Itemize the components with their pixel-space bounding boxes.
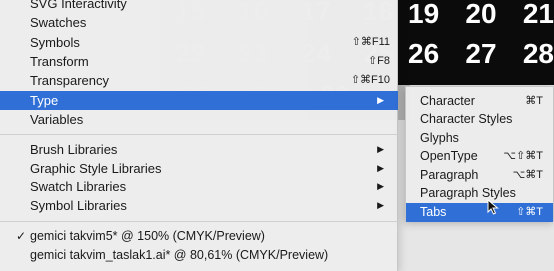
menu-item-shortcut: ⌘T [525,95,543,107]
checkmark-icon: ✓ [16,229,27,243]
chevron-right-icon: ▶ [377,181,384,191]
menu-item-label: Brush Libraries [30,142,118,157]
menu-item-label: Swatches [30,15,87,30]
menu-item-shortcut: ⌥⇧⌘T [503,150,543,162]
submenu-item-character[interactable]: Character ⌘T [406,92,553,111]
submenu-item-opentype[interactable]: OpenType ⌥⇧⌘T [406,147,553,166]
menu-item-label: OpenType [420,149,478,163]
menu-item-label: gemici takvim5* @ 150% (CMYK/Preview) [30,229,265,243]
menu-item-label: Paragraph [420,168,479,182]
menu-item-transform[interactable]: Transform ⇧F8 [0,52,398,71]
dark-calendar-row: 26 27 28 [408,38,554,70]
menu-item-label: Symbol Libraries [30,198,127,213]
menu-item-label: Paragraph Styles [420,186,516,200]
menu-item-document-2[interactable]: gemici takvim_taslak1.ai* @ 80,61% (CMYK… [0,246,398,265]
calendar-day: 20 [465,0,497,29]
menu-separator [0,134,398,135]
submenu-item-glyphs[interactable]: Glyphs [406,129,553,148]
menu-item-label: Transparency [30,73,109,88]
window-menu: SVG Interactivity Swatches Symbols ⇧⌘F11… [0,0,398,271]
menu-item-label: Symbols [30,35,80,50]
menu-item-shortcut: ⌥⌘T [512,169,543,181]
menu-item-swatch-libraries[interactable]: Swatch Libraries ▶ [0,177,398,196]
chevron-right-icon: ▶ [377,144,384,154]
type-submenu: Character ⌘T Character Styles Glyphs Ope… [405,86,554,222]
submenu-item-tabs[interactable]: Tabs ⇧⌘T [406,203,553,222]
submenu-item-paragraph[interactable]: Paragraph ⌥⌘T [406,166,553,185]
menu-item-svg-interactivity[interactable]: SVG Interactivity [0,0,398,13]
chevron-right-icon: ▶ [377,95,384,105]
menu-item-label: Swatch Libraries [30,179,127,194]
calendar-day: 27 [465,38,497,69]
menu-item-type[interactable]: Type ▶ [0,91,398,110]
menu-item-document-1[interactable]: ✓ gemici takvim5* @ 150% (CMYK/Preview) [0,227,398,246]
background-dark-calendar: 19 20 21 26 27 28 [398,0,554,85]
menu-item-label: gemici takvim_taslak1.ai* @ 80,61% (CMYK… [30,248,329,262]
menu-item-shortcut: ⇧⌘F10 [350,74,390,86]
calendar-day: 26 [408,38,440,69]
menu-item-shortcut: ⇧⌘F11 [351,36,390,48]
calendar-day: 21 [522,0,554,29]
menu-item-transparency[interactable]: Transparency ⇧⌘F10 [0,71,398,90]
menu-item-brush-libraries[interactable]: Brush Libraries ▶ [0,140,398,159]
menu-item-label: Variables [30,112,84,127]
calendar-day: 28 [522,38,554,69]
menu-item-label: Transform [30,54,89,69]
menu-separator [0,221,398,222]
menu-item-label: SVG Interactivity [30,0,127,11]
menu-item-label: Character [420,94,475,108]
menu-item-symbols[interactable]: Symbols ⇧⌘F11 [0,33,398,52]
menu-item-shortcut: ⇧F8 [367,55,390,67]
chevron-right-icon: ▶ [377,200,384,210]
chevron-right-icon: ▶ [377,163,384,173]
menu-item-swatches[interactable]: Swatches [0,13,398,32]
submenu-item-paragraph-styles[interactable]: Paragraph Styles [406,184,553,203]
mouse-cursor-icon [487,199,499,215]
menu-item-shortcut: ⇧⌘T [516,206,543,218]
menu-item-graphic-style-libraries[interactable]: Graphic Style Libraries ▶ [0,159,398,178]
menu-item-label: Glyphs [420,131,459,145]
dark-calendar-row: 19 20 21 [408,0,554,30]
menu-item-label: Type [30,93,59,108]
menu-item-symbol-libraries[interactable]: Symbol Libraries ▶ [0,196,398,215]
submenu-item-character-styles[interactable]: Character Styles [406,110,553,129]
menu-item-label: Character Styles [420,112,513,126]
menu-item-label: Tabs [420,205,447,219]
menu-item-variables[interactable]: Variables [0,110,398,129]
calendar-day: 19 [408,0,440,29]
menu-item-label: Graphic Style Libraries [30,161,162,176]
